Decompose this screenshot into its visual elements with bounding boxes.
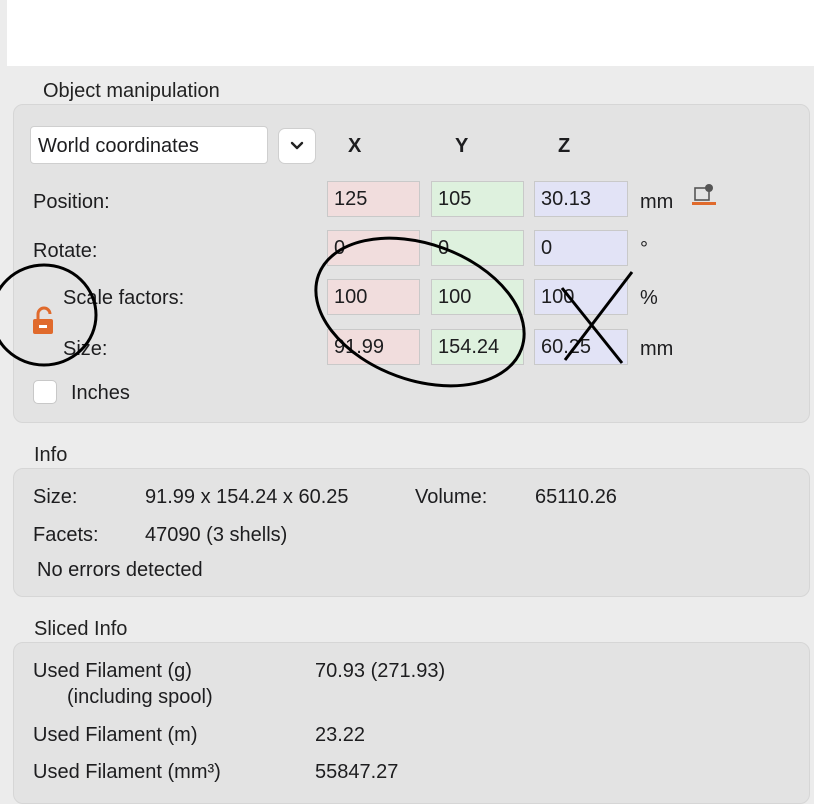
info-title: Info: [34, 444, 68, 466]
used-filament-m-value: 23.22: [315, 724, 366, 746]
including-spool-label: (including spool): [67, 686, 213, 708]
info-facets-value: 47090 (3 shells): [145, 524, 288, 546]
used-filament-mm3-value: 55847.27: [315, 761, 399, 783]
info-volume-value: 65110.26: [535, 486, 617, 508]
info-facets-label: Facets:: [33, 524, 99, 546]
lock-circle-annotation: [0, 263, 98, 367]
info-errors-status: No errors detected: [37, 559, 203, 581]
cross-line-2: [563, 271, 634, 361]
used-filament-g-value: 70.93 (271.93): [315, 660, 446, 682]
used-filament-m-label: Used Filament (m): [33, 724, 198, 746]
info-size-label: Size:: [33, 486, 78, 508]
info-volume-label: Volume:: [415, 486, 488, 508]
sliced-info-title: Sliced Info: [34, 618, 128, 640]
info-size-value: 91.99 x 154.24 x 60.25: [145, 486, 349, 508]
used-filament-mm3-label: Used Filament (mm³): [33, 761, 221, 783]
used-filament-g-label: Used Filament (g): [33, 660, 192, 682]
scale-size-ellipse-annotation: [314, 236, 526, 388]
